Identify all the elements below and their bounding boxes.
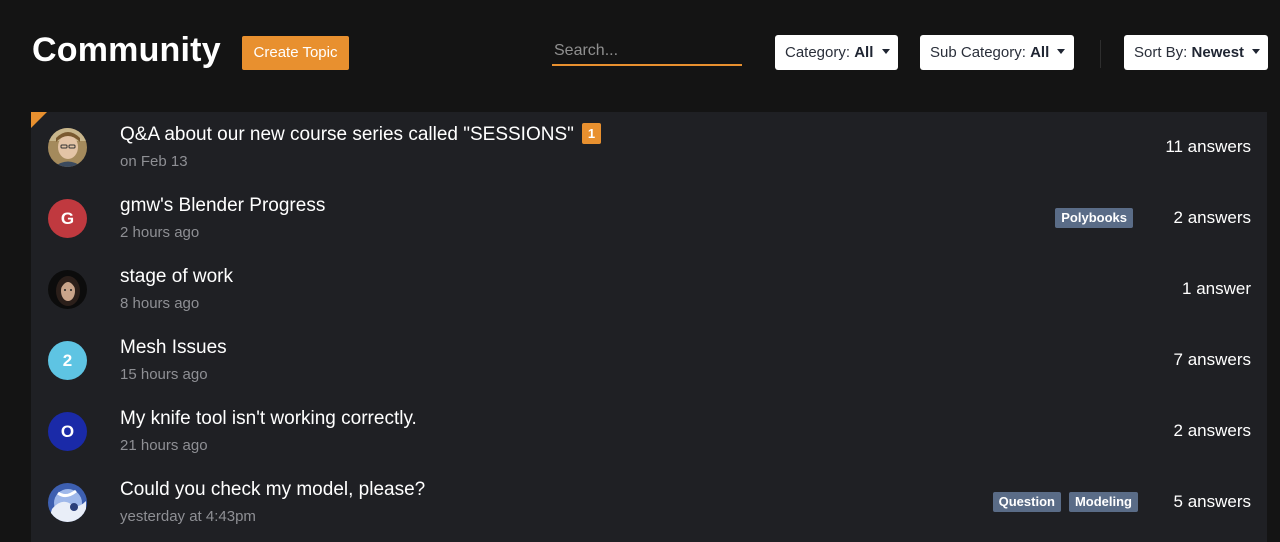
sub-category-dropdown-value: All xyxy=(1030,44,1050,61)
topic-row[interactable]: G gmw's Blender Progress 2 hours ago Pol… xyxy=(31,183,1267,254)
sub-category-dropdown[interactable]: Sub Category: All xyxy=(920,35,1074,70)
sort-dropdown-label: Sort By: xyxy=(1134,44,1188,61)
answer-count: 2 answers xyxy=(1173,208,1251,227)
user-photo-icon xyxy=(48,483,87,522)
user-photo-icon xyxy=(48,128,87,167)
topic-row[interactable]: O My knife tool isn't working correctly.… xyxy=(31,396,1267,467)
topic-row[interactable]: Q&A about our new course series called "… xyxy=(31,112,1267,183)
new-count-badge: 1 xyxy=(581,123,602,144)
topic-time: 21 hours ago xyxy=(120,437,208,454)
caret-down-icon xyxy=(881,49,890,55)
tag-polybooks[interactable]: Polybooks xyxy=(1055,208,1133,228)
toolbar-divider xyxy=(1100,40,1101,68)
topic-time: yesterday at 4:43pm xyxy=(120,508,256,525)
topic-time: 15 hours ago xyxy=(120,366,208,383)
category-dropdown[interactable]: Category: All xyxy=(775,35,898,70)
sub-category-dropdown-label: Sub Category: xyxy=(930,44,1026,61)
caret-down-icon xyxy=(1252,49,1261,55)
topic-row[interactable]: Could you check my model, please? yester… xyxy=(31,467,1267,538)
avatar[interactable] xyxy=(48,270,87,309)
topic-time: on Feb 13 xyxy=(120,153,188,170)
answer-count: 5 answers xyxy=(1173,492,1251,511)
page-title: Community xyxy=(32,31,221,69)
topic-title[interactable]: gmw's Blender Progress xyxy=(120,194,325,218)
avatar[interactable]: G xyxy=(48,199,87,238)
topic-time: 8 hours ago xyxy=(120,295,200,312)
avatar[interactable] xyxy=(48,483,87,522)
answer-count: 1 answer xyxy=(1182,279,1251,298)
tag-question[interactable]: Question xyxy=(992,492,1061,512)
topic-time: 2 hours ago xyxy=(120,224,200,241)
topic-title-text: Q&A about our new course series called "… xyxy=(120,124,574,145)
sort-dropdown[interactable]: Sort By: Newest xyxy=(1124,35,1268,70)
topic-title[interactable]: Q&A about our new course series called "… xyxy=(120,123,602,147)
avatar[interactable]: 2 xyxy=(48,341,87,380)
category-dropdown-label: Category: xyxy=(785,44,851,61)
tag-list: Polybooks xyxy=(1055,208,1133,228)
avatar[interactable] xyxy=(48,128,87,167)
tag-modeling[interactable]: Modeling xyxy=(1068,492,1138,512)
topic-list: Q&A about our new course series called "… xyxy=(31,112,1267,542)
page-header: Community Create Topic Category: All Sub… xyxy=(0,0,1280,100)
search-input[interactable] xyxy=(552,38,742,66)
tag-list: Question Modeling xyxy=(992,492,1138,512)
topic-title[interactable]: My knife tool isn't working correctly. xyxy=(120,407,417,431)
user-photo-icon xyxy=(48,270,87,309)
topic-title[interactable]: Mesh Issues xyxy=(120,336,227,360)
topic-title[interactable]: Could you check my model, please? xyxy=(120,478,425,502)
create-topic-button[interactable]: Create Topic xyxy=(242,36,349,70)
answer-count: 11 answers xyxy=(1165,137,1251,156)
answer-count: 7 answers xyxy=(1173,350,1251,369)
topic-title[interactable]: stage of work xyxy=(120,265,233,289)
sort-dropdown-value: Newest xyxy=(1191,44,1245,61)
category-dropdown-value: All xyxy=(854,44,874,61)
caret-down-icon xyxy=(1057,49,1066,55)
topic-row[interactable]: stage of work 8 hours ago 1 answer xyxy=(31,254,1267,325)
avatar[interactable]: O xyxy=(48,412,87,451)
topic-row[interactable]: 2 Mesh Issues 15 hours ago 7 answers xyxy=(31,325,1267,396)
answer-count: 2 answers xyxy=(1173,421,1251,440)
